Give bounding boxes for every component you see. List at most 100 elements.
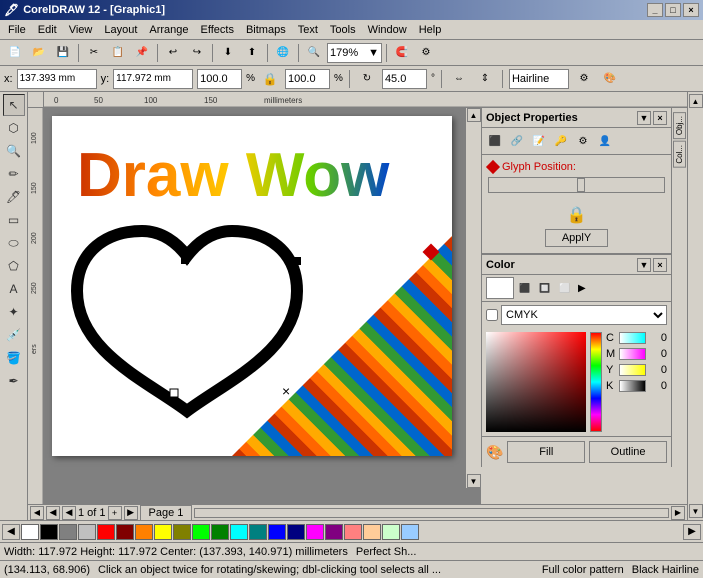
mirror-v-btn[interactable]: ⇕ <box>474 68 496 90</box>
outline-input[interactable]: Hairline <box>509 69 569 89</box>
paste-button[interactable]: 📌 <box>131 42 153 64</box>
options-button[interactable]: ⚙ <box>415 42 437 64</box>
menu-window[interactable]: Window <box>362 22 413 38</box>
open-button[interactable]: 📂 <box>28 42 50 64</box>
zoom-box[interactable]: 179% ▼ <box>327 43 382 63</box>
outline-tool[interactable]: ✒ <box>3 370 25 392</box>
menu-tools[interactable]: Tools <box>324 22 362 38</box>
color-options-2[interactable]: 🔲 <box>536 279 554 297</box>
menu-bitmaps[interactable]: Bitmaps <box>240 22 292 38</box>
palette-color-cyan[interactable] <box>230 524 248 540</box>
color-panel-close[interactable]: × <box>653 258 667 272</box>
palette-color-maroon[interactable] <box>116 524 134 540</box>
polygon-tool[interactable]: ⬠ <box>3 255 25 277</box>
canvas-container[interactable]: Draw Wow × <box>44 108 481 504</box>
w-input[interactable]: 100.0 <box>197 69 242 89</box>
menu-text[interactable]: Text <box>292 22 324 38</box>
minimize-button[interactable]: _ <box>647 3 663 17</box>
color-options-1[interactable]: ⬛ <box>516 279 534 297</box>
export-button[interactable]: ⬆ <box>241 42 263 64</box>
scroll-up-btn[interactable]: ▲ <box>467 108 481 122</box>
import-button[interactable]: ⬇ <box>217 42 239 64</box>
palette-color-gray[interactable] <box>59 524 77 540</box>
copy-button[interactable]: 📋 <box>107 42 129 64</box>
new-button[interactable]: 📄 <box>4 42 26 64</box>
page-tab[interactable]: Page 1 <box>140 505 193 521</box>
menu-file[interactable]: File <box>2 22 32 38</box>
obj-props-tab6[interactable]: 👤 <box>595 131 615 151</box>
close-button[interactable]: × <box>683 3 699 17</box>
palette-color-navy[interactable] <box>287 524 305 540</box>
rotate-btn[interactable]: ↻ <box>356 68 378 90</box>
k-slider[interactable] <box>619 380 646 392</box>
text-tool[interactable]: A <box>3 278 25 300</box>
palette-color-purple[interactable] <box>325 524 343 540</box>
color-model-select[interactable]: CMYK <box>501 305 667 325</box>
next-page-btn[interactable]: ▶ <box>124 506 138 520</box>
mirror-h-btn[interactable]: ⇔ <box>448 68 470 90</box>
obj-props-tab2[interactable]: 🔗 <box>507 131 527 151</box>
obj-props-tab3[interactable]: 📝 <box>529 131 549 151</box>
scroll-down-btn[interactable]: ▼ <box>467 474 481 488</box>
m-slider[interactable] <box>619 348 646 360</box>
palette-color-peach[interactable] <box>363 524 381 540</box>
ellipse-tool[interactable]: ⬭ <box>3 232 25 254</box>
y-slider[interactable] <box>619 364 646 376</box>
palette-color-white[interactable] <box>21 524 39 540</box>
menu-edit[interactable]: Edit <box>32 22 63 38</box>
fill-button[interactable]: Fill <box>507 441 585 463</box>
fill-color-indicator[interactable]: 🎨 <box>486 444 503 461</box>
side-tab-obj[interactable]: Obj... <box>673 112 686 139</box>
smart-draw-tool[interactable]: 🖊 <box>3 186 25 208</box>
palette-color-magenta[interactable] <box>306 524 324 540</box>
palette-color-lightgreen[interactable] <box>382 524 400 540</box>
panel-float-btn[interactable]: ▼ <box>637 111 651 125</box>
shape-tool[interactable]: ⬡ <box>3 117 25 139</box>
c-slider[interactable] <box>619 332 646 344</box>
panel-close-btn[interactable]: × <box>653 111 667 125</box>
angle-input[interactable]: 45.0 <box>382 69 427 89</box>
palette-scroll-right[interactable]: ▶ <box>683 524 701 540</box>
obj-props-tab1[interactable]: ⬛ <box>485 131 505 151</box>
menu-layout[interactable]: Layout <box>98 22 143 38</box>
zoom-tool[interactable]: 🔍 <box>3 140 25 162</box>
palette-color-yellow[interactable] <box>154 524 172 540</box>
interactive-tool[interactable]: ✦ <box>3 301 25 323</box>
outline-color-btn[interactable]: 🎨 <box>599 68 621 90</box>
prev-page-btn[interactable]: ◀ <box>46 506 60 520</box>
palette-color-orange[interactable] <box>135 524 153 540</box>
obj-props-tab5[interactable]: ⚙ <box>573 131 593 151</box>
scroll-left-btn[interactable]: ◀ <box>30 506 44 520</box>
palette-color-pink[interactable] <box>344 524 362 540</box>
snap-button[interactable]: 🧲 <box>391 42 413 64</box>
select-tool[interactable]: ↖ <box>3 94 25 116</box>
side-tab-col[interactable]: Col... <box>673 141 686 168</box>
glyph-slider-thumb[interactable] <box>577 178 585 192</box>
palette-scroll-left[interactable]: ◀ <box>2 524 20 540</box>
scrollbar-v[interactable]: ▲ ▼ <box>465 108 481 488</box>
eyedropper-tool[interactable]: 💉 <box>3 324 25 346</box>
palette-color-green[interactable] <box>211 524 229 540</box>
palette-color-black[interactable] <box>40 524 58 540</box>
palette-color-lightblue[interactable] <box>401 524 419 540</box>
save-button[interactable]: 💾 <box>52 42 74 64</box>
menu-effects[interactable]: Effects <box>195 22 240 38</box>
y-input[interactable]: 117.972 mm <box>113 69 193 89</box>
undo-button[interactable]: ↩ <box>162 42 184 64</box>
hue-bar[interactable] <box>590 332 602 432</box>
color-checkbox[interactable] <box>486 309 498 321</box>
lock-icon[interactable]: 🔒 <box>567 205 587 225</box>
menu-arrange[interactable]: Arrange <box>143 22 194 38</box>
palette-color-blue[interactable] <box>268 524 286 540</box>
outline-button[interactable]: Outline <box>589 441 667 463</box>
obj-props-tab4[interactable]: 🔑 <box>551 131 571 151</box>
x-input[interactable]: 137.393 mm <box>17 69 97 89</box>
menu-help[interactable]: Help <box>413 22 448 38</box>
palette-color-silver[interactable] <box>78 524 96 540</box>
first-page-btn[interactable]: ◀ <box>62 506 76 520</box>
apply-button[interactable]: ApplY <box>545 229 608 247</box>
glyph-slider[interactable] <box>488 177 665 193</box>
color-white-swatch[interactable] <box>486 277 514 299</box>
publish-button[interactable]: 🌐 <box>272 42 294 64</box>
color-panel-float[interactable]: ▼ <box>637 258 651 272</box>
